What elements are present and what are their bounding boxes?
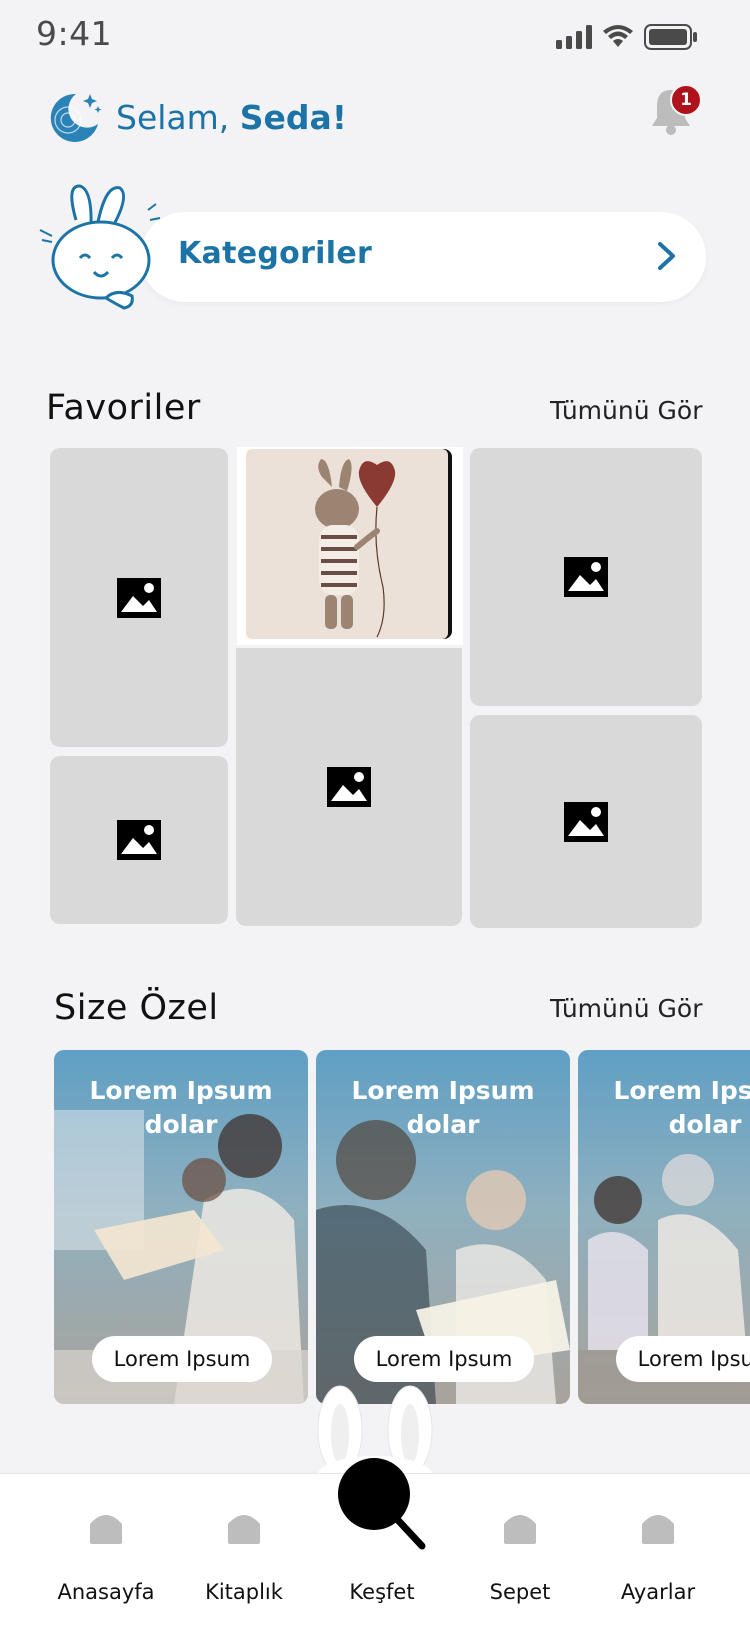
card-title: Lorem Ipsum dolar (613, 1076, 750, 1139)
favorite-tile[interactable] (236, 648, 462, 926)
library-icon (228, 1515, 260, 1544)
special-card[interactable]: Lorem Ipsum dolar Lorem Ipsum (316, 1050, 570, 1404)
cart-icon (504, 1515, 536, 1544)
favorites-title: Favoriler (46, 388, 201, 428)
nav-label: Ayarlar (620, 1580, 696, 1604)
signal-icon (556, 25, 592, 49)
favorite-tile[interactable] (470, 448, 702, 706)
status-icons (556, 24, 698, 50)
nav-label: Kitaplık (205, 1580, 283, 1604)
card-title: Lorem Ipsum dolar (351, 1076, 535, 1139)
image-placeholder-icon (117, 577, 161, 618)
categories-label: Kategoriler (178, 236, 373, 271)
bunny-balloon-illustration (246, 449, 452, 639)
greeting-text: Selam, Seda! (116, 98, 347, 137)
special-card[interactable]: Lorem Ipsum dolar Lorem Ipsum (54, 1050, 308, 1404)
special-see-all-link[interactable]: Tümünü Gör (550, 994, 702, 1023)
card-title: Lorem Ipsum dolar (89, 1076, 273, 1139)
nav-label: Anasayfa (57, 1580, 155, 1604)
image-placeholder-icon (117, 820, 161, 860)
favorites-see-all-link[interactable]: Tümünü Gör (550, 396, 702, 425)
notification-badge: 1 (670, 84, 702, 116)
card-button[interactable]: Lorem Ipsum (354, 1336, 534, 1382)
notification-button[interactable]: 1 (648, 84, 702, 136)
image-placeholder-icon (564, 557, 608, 597)
settings-icon (642, 1515, 674, 1544)
chevron-right-icon (658, 242, 675, 270)
nav-label: Sepet (489, 1580, 551, 1604)
card-button[interactable]: Lorem Ipsum (92, 1336, 272, 1382)
favorite-tile[interactable] (470, 715, 702, 928)
nav-label: Keşfet (349, 1580, 415, 1604)
image-placeholder-icon (564, 801, 608, 842)
moon-logo-icon (50, 93, 102, 142)
search-icon (338, 1458, 426, 1550)
greeting-prefix: Selam, (116, 97, 230, 137)
battery-icon (644, 24, 697, 50)
image-placeholder-icon (327, 767, 371, 807)
special-title: Size Özel (54, 988, 219, 1028)
wifi-icon (603, 25, 633, 47)
favorite-book-tile[interactable] (237, 447, 463, 645)
bunny-mascot-icon (39, 184, 161, 310)
favorite-tile[interactable] (50, 756, 228, 924)
greeting-name: Seda! (239, 97, 347, 137)
greeting-row: Selam, Seda! (46, 88, 347, 146)
bottom-nav: Anasayfa Kitaplık Keşfet Sepet Ayarlar (0, 1458, 750, 1625)
special-card[interactable]: Lorem Ipsum dolar Lorem Ipsum (578, 1050, 750, 1404)
status-time: 9:41 (36, 14, 113, 53)
favorite-tile[interactable] (50, 448, 228, 747)
card-button[interactable]: Lorem Ipsum (616, 1336, 750, 1382)
home-icon (90, 1515, 122, 1544)
